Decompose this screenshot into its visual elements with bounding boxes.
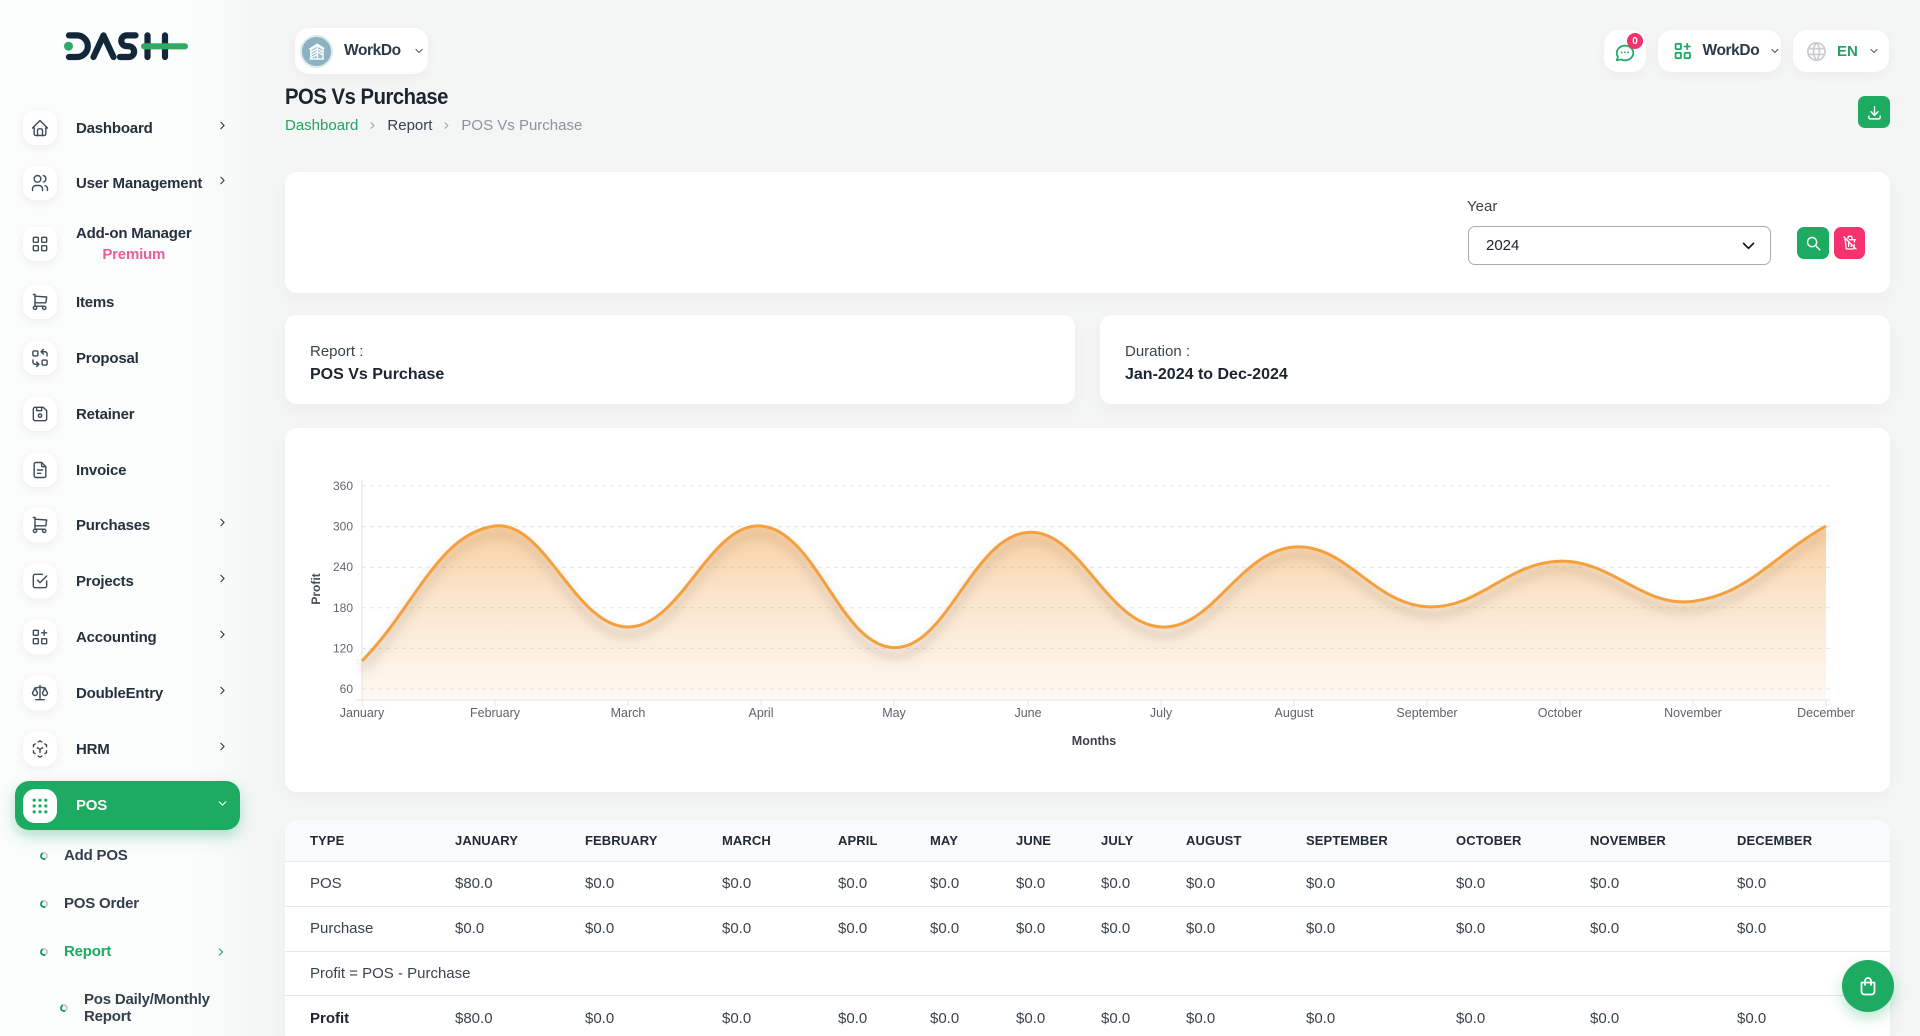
svg-text:August: August bbox=[1275, 706, 1314, 720]
svg-text:Profit: Profit bbox=[309, 573, 323, 604]
svg-text:October: October bbox=[1538, 706, 1582, 720]
svg-text:120: 120 bbox=[333, 641, 353, 655]
svg-text:360: 360 bbox=[333, 479, 353, 493]
svg-text:September: September bbox=[1396, 706, 1457, 720]
svg-text:February: February bbox=[470, 706, 521, 720]
svg-text:60: 60 bbox=[340, 682, 354, 696]
svg-text:240: 240 bbox=[333, 560, 353, 574]
svg-text:Months: Months bbox=[1072, 734, 1116, 748]
svg-text:January: January bbox=[340, 706, 385, 720]
svg-text:July: July bbox=[1150, 706, 1173, 720]
svg-text:March: March bbox=[611, 706, 646, 720]
svg-text:June: June bbox=[1014, 706, 1041, 720]
svg-text:November: November bbox=[1664, 706, 1722, 720]
svg-text:180: 180 bbox=[333, 601, 353, 615]
svg-text:300: 300 bbox=[333, 520, 353, 534]
svg-text:May: May bbox=[882, 706, 906, 720]
svg-text:April: April bbox=[748, 706, 773, 720]
svg-text:December: December bbox=[1797, 706, 1855, 720]
